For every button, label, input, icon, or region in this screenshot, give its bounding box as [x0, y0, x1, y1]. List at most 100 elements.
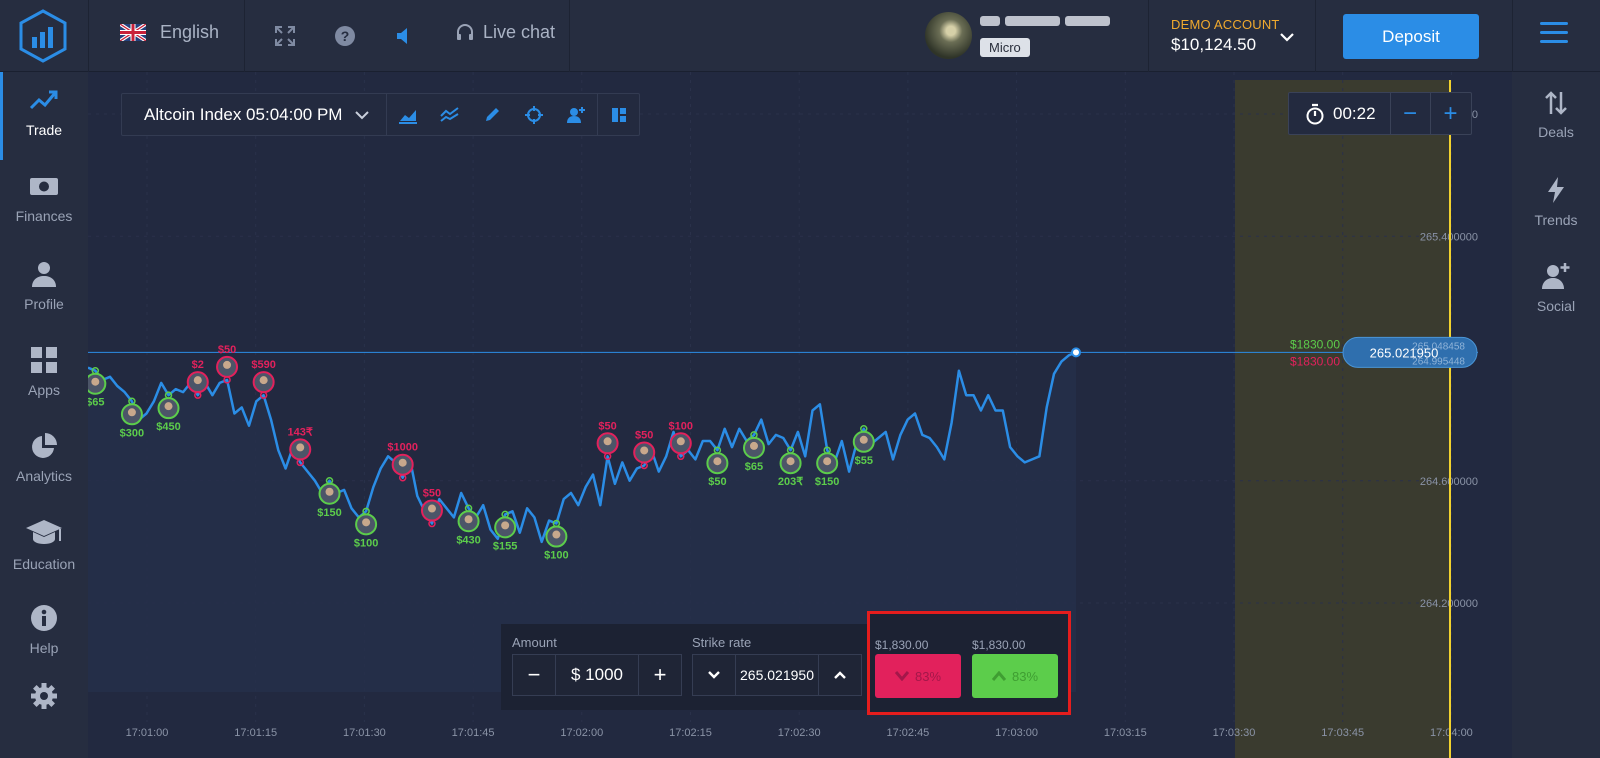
- chart-type-button[interactable]: [387, 94, 429, 135]
- amount-input[interactable]: $ 1000: [555, 655, 639, 695]
- call-button[interactable]: 83%: [972, 654, 1058, 698]
- banknote-icon: [30, 178, 58, 195]
- chevron-up-icon: [834, 671, 846, 679]
- nav-label: Help: [29, 640, 59, 656]
- layout-button[interactable]: [597, 94, 639, 135]
- lightning-icon: [1548, 177, 1564, 203]
- trade-amount-label: $55: [855, 455, 873, 467]
- put-amount-marker: $1830.00: [1290, 354, 1340, 368]
- language-label: English: [160, 22, 220, 42]
- trade-amount-label: $150: [815, 476, 839, 488]
- nav-profile[interactable]: Profile: [0, 246, 88, 326]
- x-tick-label: 17:01:15: [234, 727, 277, 739]
- language-selector[interactable]: English: [120, 22, 219, 43]
- trader-avatar-face: [603, 437, 612, 446]
- nav-apps[interactable]: Apps: [0, 332, 88, 412]
- amount-decrease-button[interactable]: −: [513, 655, 555, 695]
- right-sidebar: Deals Trends Social: [1512, 72, 1600, 758]
- nav-trade[interactable]: Trade: [0, 72, 88, 160]
- strike-increase-button[interactable]: [819, 655, 861, 695]
- crosshair-button[interactable]: [513, 94, 555, 135]
- chevron-down-icon: [708, 671, 720, 679]
- x-tick-label: 17:04:00: [1430, 727, 1473, 739]
- account-type-label[interactable]: DEMO ACCOUNT: [1171, 17, 1280, 32]
- asset-name: Altcoin Index 05:04:00 PM: [144, 104, 343, 124]
- social-trading-button[interactable]: [555, 94, 597, 135]
- trade-amount-label: $65: [88, 397, 104, 409]
- add-person-icon: [1542, 263, 1570, 289]
- trader-avatar-face: [464, 515, 473, 524]
- divider: [88, 0, 89, 72]
- x-tick-label: 17:02:30: [778, 727, 821, 739]
- sound-icon[interactable]: [393, 24, 417, 48]
- logo-icon[interactable]: [16, 8, 70, 64]
- trader-avatar-face: [362, 518, 371, 527]
- asset-selector[interactable]: Altcoin Index 05:04:00 PM: [122, 94, 388, 135]
- trader-avatar-face: [427, 504, 436, 513]
- timer-display[interactable]: 00:22: [1289, 93, 1391, 134]
- trade-amount-label: 203₹: [778, 476, 803, 488]
- nav-deals[interactable]: Deals: [1512, 90, 1600, 140]
- trader-avatar-face: [398, 458, 407, 467]
- trader-avatar-face: [325, 487, 334, 496]
- x-tick-label: 17:02:15: [669, 727, 712, 739]
- trader-avatar-face: [552, 530, 561, 539]
- x-tick-label: 17:03:30: [1213, 727, 1256, 739]
- trader-avatar-face: [786, 457, 795, 466]
- nav-education[interactable]: Education: [0, 504, 88, 584]
- direction-buttons-highlight: $1,830.00 $1,830.00 83% 83%: [867, 611, 1071, 715]
- account-tier-badge: Micro: [980, 38, 1030, 57]
- chevron-down-icon[interactable]: [1278, 28, 1296, 46]
- live-chat-button[interactable]: Live chat: [455, 22, 555, 43]
- user-avatar[interactable]: [925, 12, 972, 59]
- layout-icon: [611, 107, 626, 122]
- nav-label: Analytics: [15, 468, 73, 484]
- strike-rate-group: 265.021950: [692, 654, 862, 696]
- crosshair-icon: [525, 105, 544, 124]
- amount-increase-button[interactable]: +: [639, 655, 681, 695]
- strike-rate-input[interactable]: 265.021950: [735, 655, 819, 695]
- account-balance[interactable]: $10,124.50: [1171, 35, 1256, 55]
- trade-amount-label: $50: [635, 429, 653, 441]
- divider: [569, 0, 570, 72]
- nav-analytics[interactable]: Analytics: [0, 418, 88, 498]
- nav-finances[interactable]: Finances: [0, 160, 88, 240]
- nav-help[interactable]: Help: [0, 590, 88, 670]
- nav-label: Trade: [25, 122, 63, 138]
- x-tick-label: 17:01:00: [126, 727, 169, 739]
- graduation-cap-icon: [26, 520, 62, 544]
- help-icon[interactable]: ?: [333, 24, 357, 48]
- x-tick-label: 17:01:45: [452, 727, 495, 739]
- indicators-button[interactable]: [429, 94, 471, 135]
- trade-amount-label: $100: [544, 550, 568, 562]
- nav-label: Social: [1536, 298, 1576, 314]
- nav-label: Apps: [28, 382, 60, 398]
- nav-trends[interactable]: Trends: [1512, 176, 1600, 228]
- trader-avatar-face: [164, 402, 173, 411]
- menu-icon[interactable]: [1540, 22, 1568, 46]
- y-tick-label: 264.600000: [1420, 476, 1478, 488]
- x-tick-label: 17:03:00: [995, 727, 1038, 739]
- person-icon: [32, 262, 56, 287]
- strike-decrease-button[interactable]: [693, 655, 735, 695]
- deposit-button[interactable]: Deposit: [1343, 14, 1479, 59]
- trader-avatar-face: [91, 377, 100, 386]
- divider: [1315, 0, 1316, 72]
- up-down-arrows-icon: [1545, 91, 1567, 115]
- stopwatch-icon: [1306, 103, 1324, 124]
- nav-social[interactable]: Social: [1512, 262, 1600, 314]
- timer-decrease-button[interactable]: −: [1391, 93, 1431, 134]
- trader-avatar-face: [296, 443, 305, 452]
- trade-amount-label: $300: [120, 427, 144, 439]
- fullscreen-icon[interactable]: [273, 24, 297, 48]
- drawing-button[interactable]: [471, 94, 513, 135]
- divider: [1148, 0, 1149, 72]
- nav-settings[interactable]: [0, 668, 88, 748]
- put-payout: $1,830.00: [875, 638, 929, 652]
- put-button[interactable]: 83%: [875, 654, 961, 698]
- trader-avatar-face: [859, 435, 868, 444]
- trader-avatar-face: [749, 441, 758, 450]
- trade-amount-label: $100: [669, 420, 693, 432]
- timer-increase-button[interactable]: +: [1431, 93, 1471, 134]
- chevron-down-icon: [355, 110, 370, 119]
